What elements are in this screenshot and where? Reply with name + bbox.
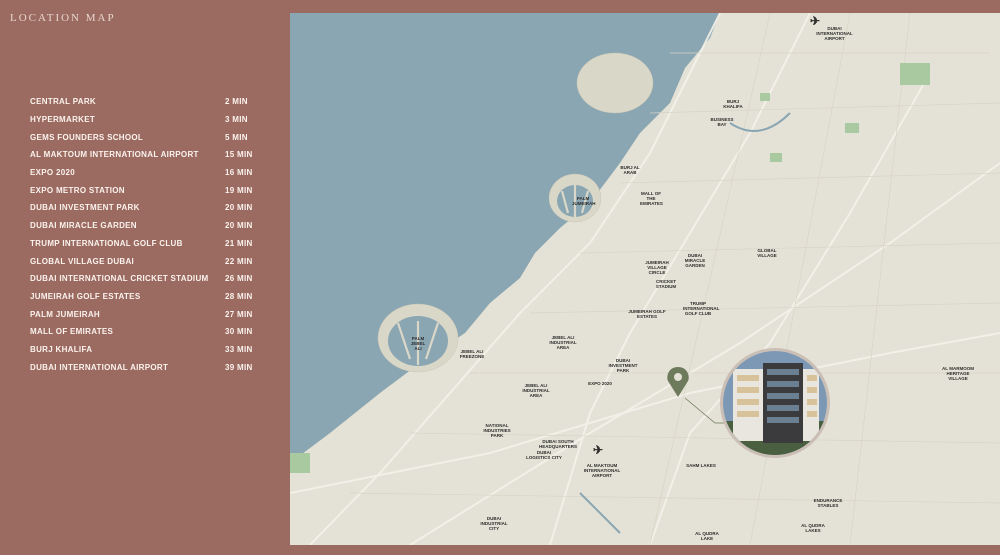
location-name: AL MAKTOUM INTERNATIONAL AIRPORT xyxy=(30,150,199,160)
building-photo xyxy=(720,348,830,458)
location-name: MALL OF EMIRATES xyxy=(30,327,114,337)
label-al-qudra-lakes: AL QUDRA LAKES xyxy=(801,523,825,533)
location-row: PALM JUMEIRAH 27 MIN xyxy=(30,305,255,323)
label-jvc: JUMEIRAH VILLAGE CIRCLE xyxy=(645,260,669,275)
label-jai-2: JEBEL ALI INDUSTRIAL AREA xyxy=(522,383,550,398)
location-time: 22 MIN xyxy=(225,256,253,266)
location-time: 30 MIN xyxy=(225,327,253,337)
label-palm-jebel-ali: PALM JEBEL ALI xyxy=(410,336,426,351)
label-al-qudra-lake: AL QUDRA LAKE xyxy=(695,531,719,541)
location-row: CENTRAL PARK 2 MIN xyxy=(30,93,255,111)
label-endurance: ENDURANCE STABLES xyxy=(813,498,843,508)
location-row: EXPO METRO STATION 19 MIN xyxy=(30,181,255,199)
location-name: HYPERMARKET xyxy=(30,115,96,125)
location-name: BURJ KHALIFA xyxy=(30,344,93,354)
location-row: EXPO 2020 16 MIN xyxy=(30,164,255,182)
location-row: TRUMP INTERNATIONAL GOLF CLUB 21 MIN xyxy=(30,235,255,253)
location-time: 2 MIN xyxy=(225,97,248,107)
location-name: DUBAI INTERNATIONAL CRICKET STADIUM xyxy=(30,274,209,284)
location-name: GEMS FOUNDERS SCHOOL xyxy=(30,132,144,142)
label-burj-khalifa: BURJ KHALIFA xyxy=(723,99,743,109)
label-jafz: JEBEL ALI FREEZONE xyxy=(459,349,485,359)
location-time: 26 MIN xyxy=(225,274,253,284)
location-name: DUBAI INTERNATIONAL AIRPORT xyxy=(30,362,169,372)
label-sahm: SAHM LAKES xyxy=(686,463,716,468)
location-time: 20 MIN xyxy=(225,203,253,213)
label-palm-jumeirah: PALM JUMEIRAH xyxy=(572,196,596,206)
location-list: CENTRAL PARK 2 MIN HYPERMARKET 3 MIN GEMS FO… xyxy=(30,93,255,376)
location-row: HYPERMARKET 3 MIN xyxy=(30,111,255,129)
label-dip: DUBAI INVESTMENT PARK xyxy=(608,358,638,373)
location-time: 15 MIN xyxy=(225,150,253,160)
location-name: DUBAI MIRACLE GARDEN xyxy=(30,221,137,231)
map-canvas xyxy=(290,13,1000,545)
location-row: DUBAI INTERNATIONAL AIRPORT 39 MIN xyxy=(30,358,255,376)
location-row: DUBAI INVESTMENT PARK 20 MIN xyxy=(30,199,255,217)
label-national-ind: NATIONAL INDUSTRIES PARK xyxy=(483,423,511,438)
label-jge: JUMEIRAH GOLF ESTATES xyxy=(628,309,666,319)
location-row: GEMS FOUNDERS SCHOOL 5 MIN xyxy=(30,128,255,146)
location-row: GLOBAL VILLAGE DUBAI 22 MIN xyxy=(30,252,255,270)
label-burj-al-arab: BURJ AL ARAB xyxy=(620,165,640,175)
location-name: GLOBAL VILLAGE DUBAI xyxy=(30,256,135,266)
location-map[interactable]: ✈ ✈ DUBAI INTERNATIONAL AIRPORT BURJ KHA… xyxy=(290,13,1000,545)
label-expo: EXPO 2020 xyxy=(588,381,612,386)
location-row: MALL OF EMIRATES 30 MIN xyxy=(30,323,255,341)
location-time: 3 MIN xyxy=(225,115,248,125)
location-name: DUBAI INVESTMENT PARK xyxy=(30,203,140,213)
location-name: JUMEIRAH GOLF ESTATES xyxy=(30,291,141,301)
location-row: JUMEIRAH GOLF ESTATES 28 MIN xyxy=(30,288,255,306)
location-name: EXPO 2020 xyxy=(30,168,75,178)
location-time: 20 MIN xyxy=(225,221,253,231)
label-hq: DUBAI SOUTH HEADQUARTERS xyxy=(538,439,577,449)
label-trump: TRUMP INTERNATIONAL GOLF CLUB xyxy=(683,301,720,316)
label-miracle-garden: DUBAI MIRACLE GARDEN xyxy=(684,253,706,268)
location-row: DUBAI MIRACLE GARDEN 20 MIN xyxy=(30,217,255,235)
location-time: 33 MIN xyxy=(225,344,253,354)
label-business-bay: BUSINESS BAY xyxy=(710,117,734,127)
label-cricket: CRICKET STADIUM xyxy=(655,279,677,289)
page-title: LOCATION MAP xyxy=(10,12,116,24)
label-mall-of-emirates: MALL OF THE EMIRATES xyxy=(640,191,663,206)
label-global-village: GLOBAL VILLAGE xyxy=(757,248,777,258)
location-time: 39 MIN xyxy=(225,362,253,372)
airport-icon: ✈ xyxy=(810,14,821,28)
location-row: BURJ KHALIFA 33 MIN xyxy=(30,341,255,359)
location-time: 5 MIN xyxy=(225,132,248,142)
location-time: 16 MIN xyxy=(225,168,253,178)
label-al-marmoom: AL MARMOOM HERITAGE VILLAGE xyxy=(942,366,974,381)
location-row: AL MAKTOUM INTERNATIONAL AIRPORT 15 MIN xyxy=(30,146,255,164)
map-pin xyxy=(667,367,689,397)
location-name: TRUMP INTERNATIONAL GOLF CLUB xyxy=(30,238,183,248)
label-jai-1: JEBEL ALI INDUSTRIAL AREA xyxy=(549,335,577,350)
airport-icon: ✈ xyxy=(593,443,604,457)
label-logistics: DUBAI LOGISTICS CITY xyxy=(526,450,562,460)
location-name: CENTRAL PARK xyxy=(30,97,96,107)
location-time: 19 MIN xyxy=(225,185,253,195)
location-time: 27 MIN xyxy=(225,309,253,319)
sea xyxy=(290,13,720,463)
location-row: DUBAI INTERNATIONAL CRICKET STADIUM 26 MI… xyxy=(30,270,255,288)
label-dxb: DUBAI INTERNATIONAL AIRPORT xyxy=(816,26,853,41)
location-name: PALM JUMEIRAH xyxy=(30,309,100,319)
label-dubai-ind-city: DUBAI INDUSTRIAL CITY xyxy=(480,516,508,531)
location-name: EXPO METRO STATION xyxy=(30,185,125,195)
label-dwc: AL MAKTOUM INTERNATIONAL AIRPORT xyxy=(583,463,621,478)
location-time: 21 MIN xyxy=(225,238,253,248)
location-time: 28 MIN xyxy=(225,291,253,301)
